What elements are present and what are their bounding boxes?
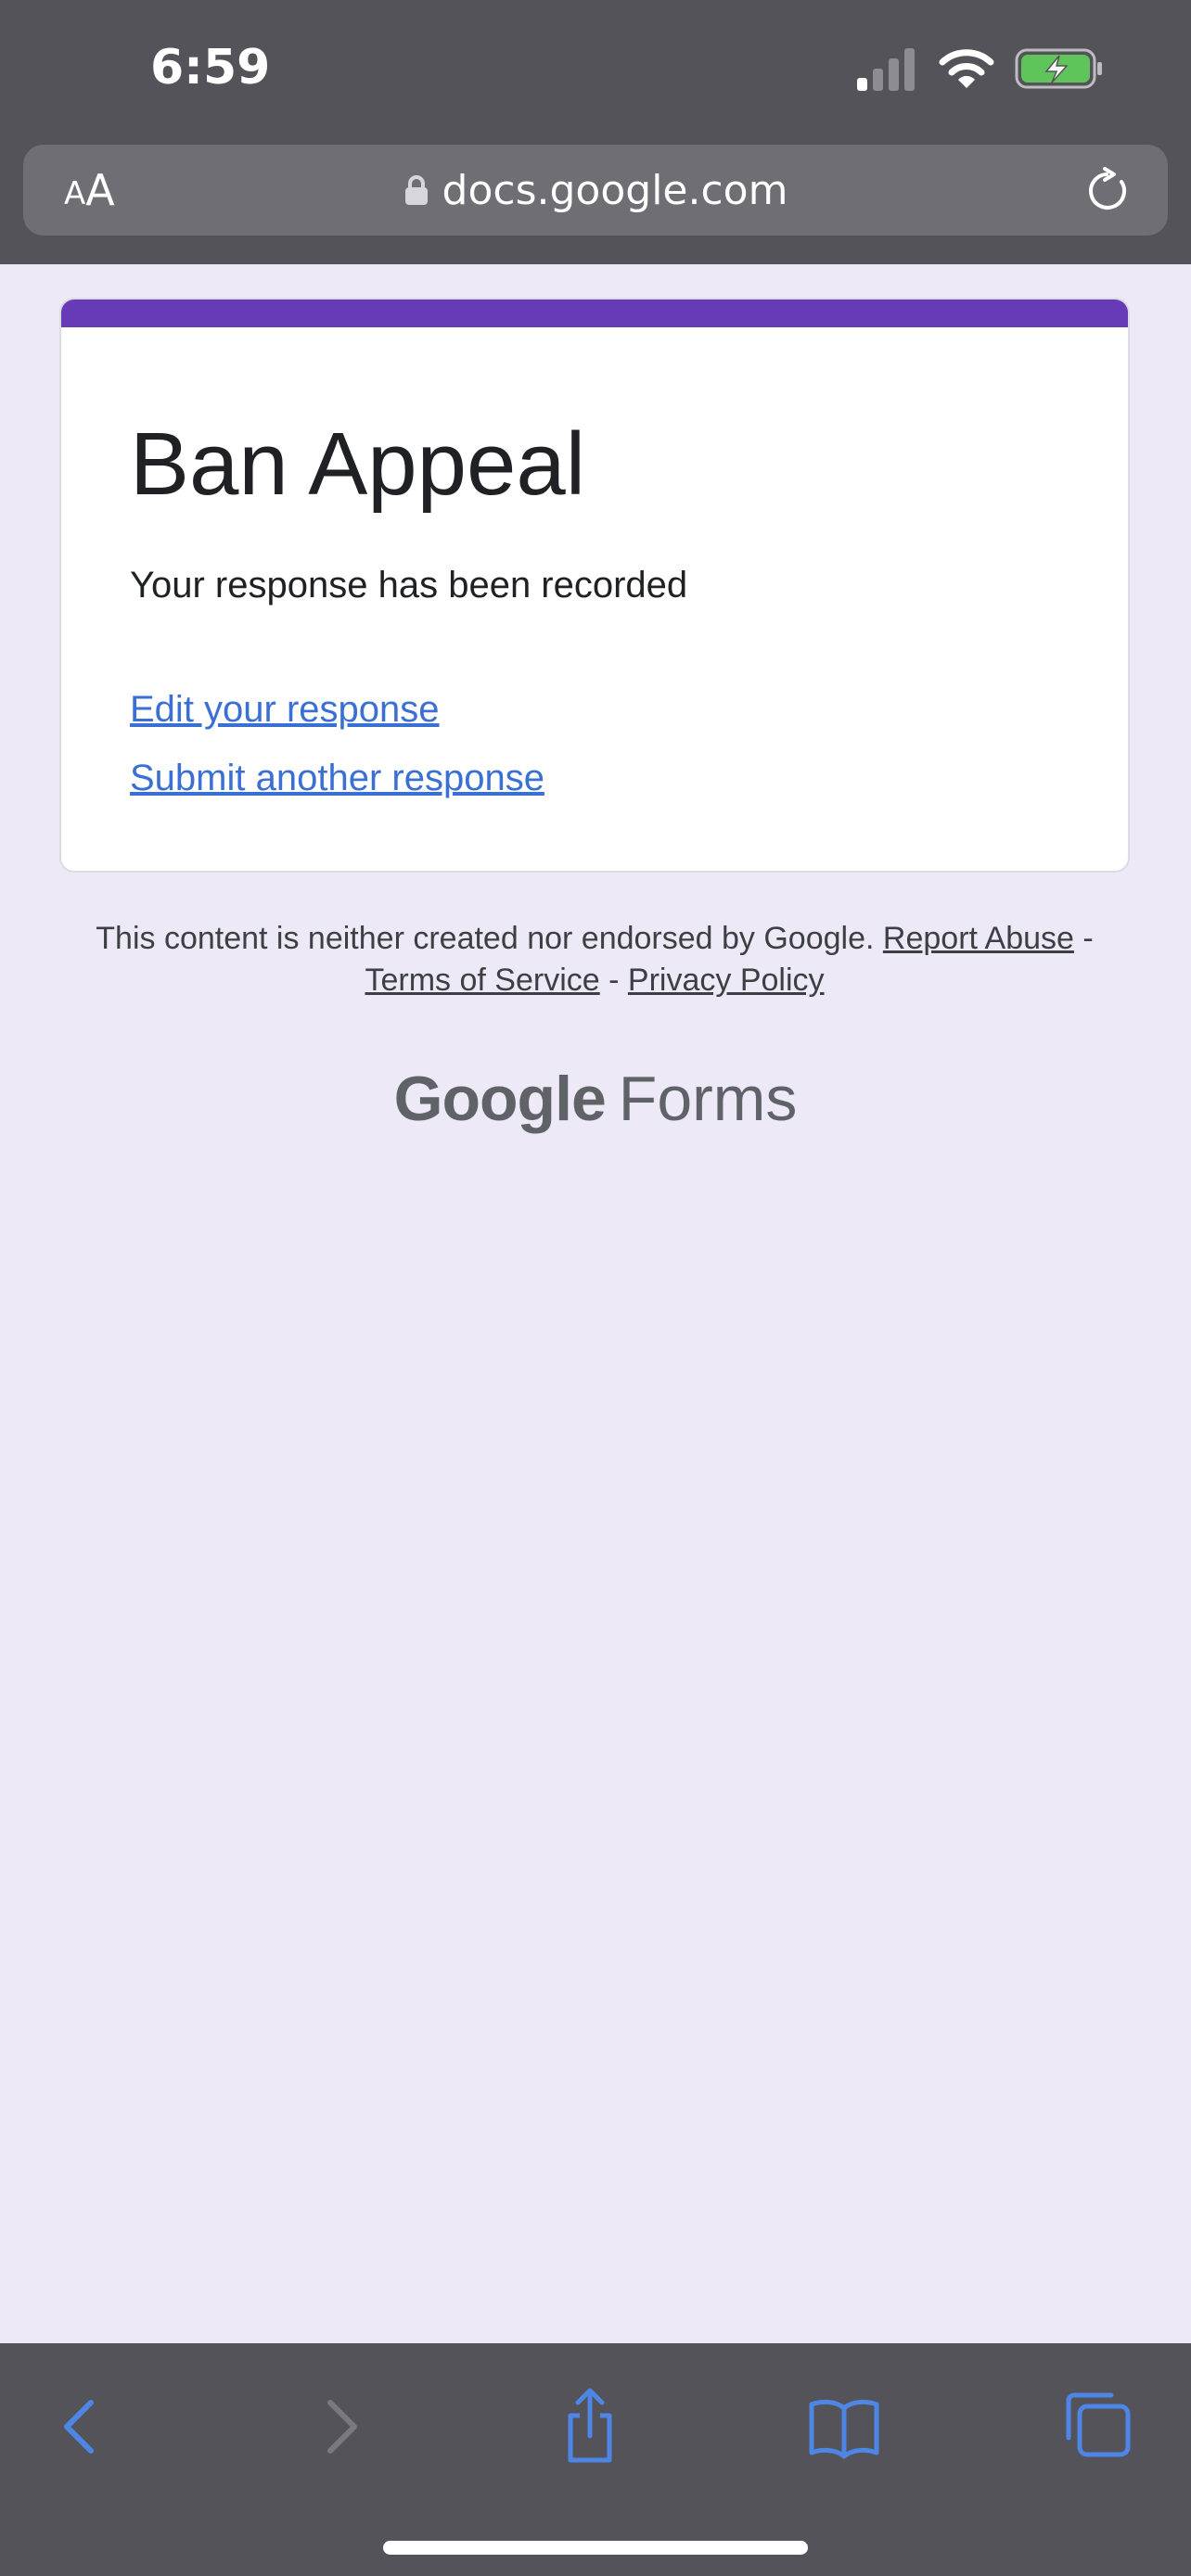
card-accent-bar — [61, 300, 1128, 327]
browser-top-chrome: 6:59 AA docs.google.com — [0, 0, 1191, 264]
reload-icon[interactable] — [1084, 167, 1133, 215]
share-button[interactable] — [548, 2384, 632, 2468]
form-title: Ban Appeal — [130, 414, 586, 514]
home-indicator[interactable] — [383, 2541, 808, 2555]
tabs-icon — [1066, 2392, 1131, 2457]
logo-forms-text: Forms — [618, 1064, 798, 1134]
battery-charging-icon — [1015, 48, 1102, 89]
url-text: docs.google.com — [442, 166, 788, 214]
back-chevron-icon — [64, 2400, 94, 2454]
confirmation-message: Your response has been recorded — [130, 565, 688, 606]
form-confirmation-card: Ban Appeal Your response has been record… — [59, 298, 1130, 873]
footer-separator: - — [608, 963, 620, 998]
wifi-icon — [939, 49, 994, 88]
footer-separator: - — [1082, 921, 1094, 956]
google-forms-logo[interactable]: Google Forms — [0, 1057, 1191, 1141]
bookmarks-button[interactable] — [802, 2384, 886, 2468]
forward-chevron-icon — [327, 2400, 357, 2454]
address-bar[interactable]: AA docs.google.com — [23, 145, 1168, 236]
bookmarks-book-icon — [809, 2399, 879, 2459]
browser-bottom-toolbar — [0, 2343, 1191, 2576]
terms-of-service-link[interactable]: Terms of Service — [365, 963, 599, 998]
logo-google-text: Google — [393, 1064, 607, 1134]
footer-disclaimer: This content is neither created nor endo… — [59, 918, 1130, 1001]
cellular-signal-icon — [857, 48, 915, 91]
url-display[interactable]: docs.google.com — [23, 145, 1168, 236]
submit-another-response-link[interactable]: Submit another response — [130, 752, 544, 804]
lock-icon — [404, 175, 428, 205]
share-icon — [568, 2388, 612, 2463]
privacy-policy-link[interactable]: Privacy Policy — [628, 963, 825, 998]
back-button[interactable] — [39, 2384, 122, 2468]
tabs-button[interactable] — [1056, 2384, 1139, 2468]
report-abuse-link[interactable]: Report Abuse — [883, 921, 1074, 956]
status-icons — [855, 41, 1104, 96]
status-time: 6:59 — [150, 40, 271, 96]
disclaimer-text: This content is neither created nor endo… — [96, 921, 875, 956]
edit-response-link[interactable]: Edit your response — [130, 683, 440, 735]
forward-button[interactable] — [299, 2384, 382, 2468]
